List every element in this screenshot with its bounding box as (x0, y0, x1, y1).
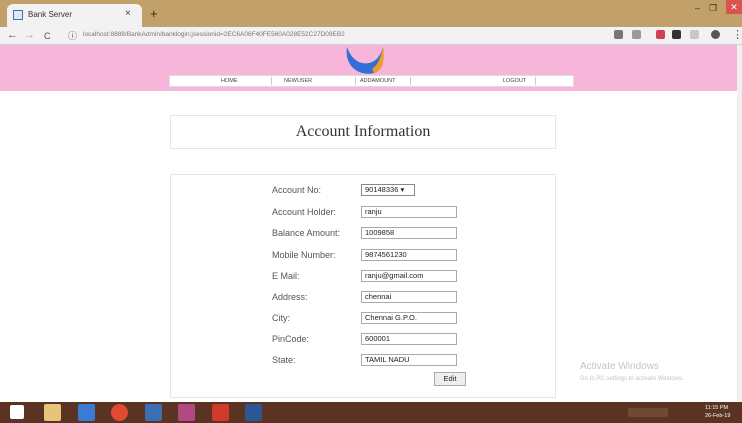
nav-separator (355, 77, 356, 85)
extension-icon[interactable] (672, 30, 681, 39)
email-field[interactable]: ranju@gmail.com (361, 270, 457, 282)
extension-icon[interactable] (690, 30, 699, 39)
key-icon[interactable] (614, 30, 623, 39)
nav-separator (271, 77, 272, 85)
page-scrollbar[interactable] (737, 45, 742, 402)
email-label: E Mail: (272, 271, 300, 281)
page-title: Account Information (295, 123, 431, 140)
new-tab-button[interactable]: + (150, 7, 158, 20)
taskbar-date[interactable]: 26-Feb-19 (705, 413, 730, 420)
nav-home[interactable]: HOME (221, 77, 238, 86)
activate-windows-hint: Go to PC settings to activate Windows. (580, 376, 684, 382)
state-field[interactable]: TAMIL NADU (361, 354, 457, 366)
edit-button[interactable]: Edit (434, 372, 466, 386)
account-holder-label: Account Holder: (272, 207, 337, 217)
mobile-number-field[interactable]: 9874561230 (361, 249, 457, 261)
app-icon[interactable] (212, 404, 229, 421)
taskbar-time[interactable]: 11:15 PM (705, 405, 728, 412)
nav-separator (410, 77, 411, 85)
state-label: State: (272, 355, 296, 365)
activate-windows-watermark: Activate Windows (580, 361, 659, 372)
reload-icon[interactable]: C (44, 29, 51, 43)
extension-icon[interactable] (656, 30, 665, 39)
address-label: Address: (272, 292, 308, 302)
chrome-icon[interactable] (111, 404, 128, 421)
account-holder-field[interactable]: ranju (361, 206, 457, 218)
nav-separator (535, 77, 536, 85)
page-favicon-icon (13, 10, 23, 20)
word-icon[interactable] (245, 404, 262, 421)
tab-title: Bank Server (28, 10, 73, 19)
forward-icon[interactable]: → (24, 28, 35, 42)
account-no-select[interactable]: 90148336 ▾ (361, 184, 415, 196)
app-icon[interactable] (178, 404, 195, 421)
browser-tab[interactable]: Bank Server × (7, 4, 142, 27)
info-icon[interactable]: ⓘ (68, 29, 77, 43)
app-icon[interactable] (78, 404, 95, 421)
city-field[interactable]: Chennai G.P.O. (361, 312, 457, 324)
balance-amount-field[interactable]: 1009858 (361, 227, 457, 239)
bookmark-star-icon[interactable] (632, 30, 641, 39)
tab-close-icon[interactable]: × (125, 7, 131, 21)
address-bar[interactable]: localhost:8888/BankAdmin/banklogin;jsess… (83, 30, 345, 40)
title-panel: Account Information (170, 115, 556, 149)
start-icon[interactable] (10, 405, 24, 419)
city-label: City: (272, 313, 290, 323)
restore-icon[interactable]: ❐ (709, 3, 717, 13)
browser-toolbar: ← → C ⓘ localhost:8888/BankAdmin/banklog… (0, 27, 742, 45)
app-icon[interactable] (145, 404, 162, 421)
mobile-number-label: Mobile Number: (272, 250, 336, 260)
nav-newuser[interactable]: NEWUSER (284, 77, 312, 86)
address-field[interactable]: chennai (361, 291, 457, 303)
nav-addamount[interactable]: ADDAMOUNT (360, 77, 395, 86)
balance-amount-label: Balance Amount: (272, 228, 341, 238)
nav-logout[interactable]: LOGOUT (503, 77, 526, 86)
back-icon[interactable]: ← (7, 28, 18, 42)
menu-icon[interactable]: ⋮ (732, 28, 742, 42)
pincode-field[interactable]: 600001 (361, 333, 457, 345)
minimize-icon[interactable]: – (695, 3, 700, 13)
account-no-label: Account No: (272, 185, 322, 195)
pincode-label: PinCode: (272, 334, 310, 344)
top-navigation: HOME NEWUSER ADDAMOUNT LOGOUT (169, 75, 574, 87)
window-close-button[interactable]: ✕ (726, 0, 742, 14)
file-explorer-icon[interactable] (44, 404, 61, 421)
profile-icon[interactable] (711, 30, 720, 39)
system-tray-icon[interactable] (628, 408, 668, 417)
